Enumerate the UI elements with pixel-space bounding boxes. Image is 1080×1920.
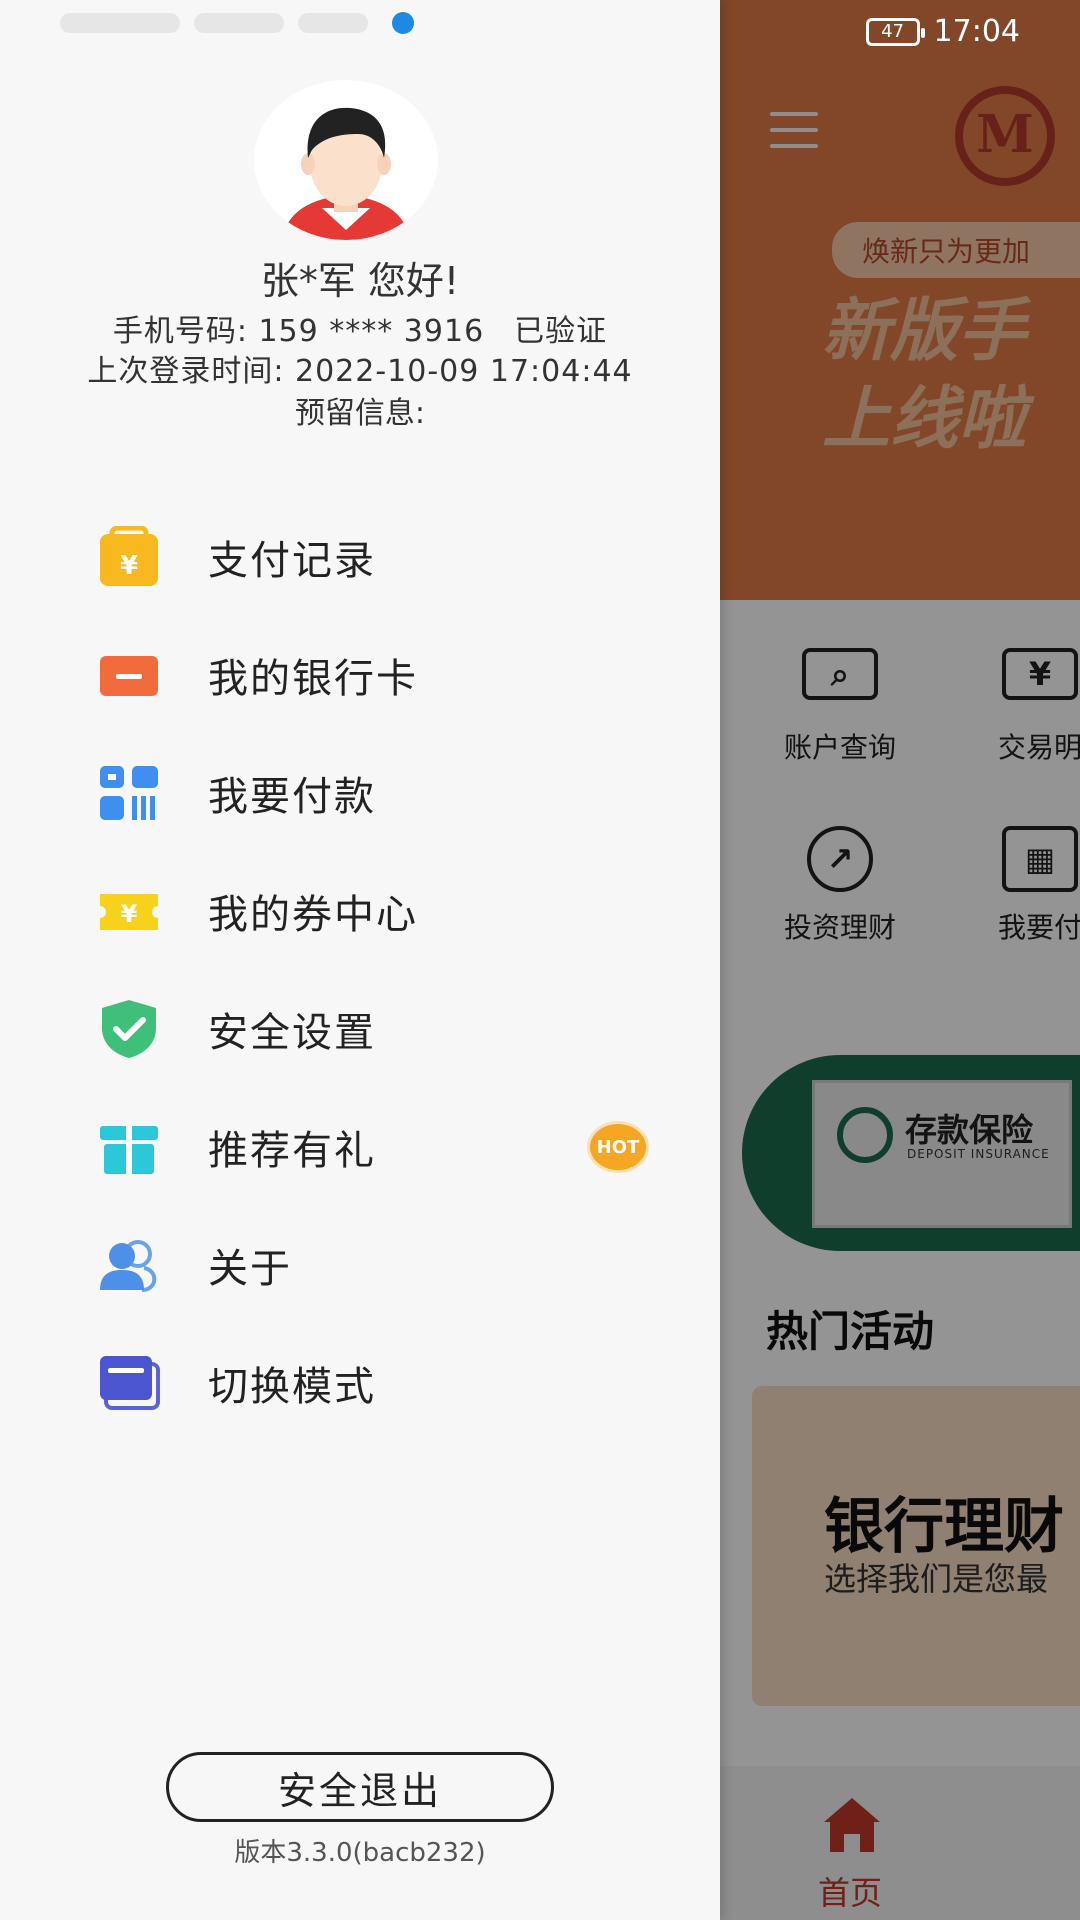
user-phone: 手机号码: 159 **** 3916 已验证 (0, 306, 720, 350)
pay-code-icon (100, 766, 158, 820)
menu-item-label: 关于 (208, 1246, 292, 1292)
app-version: 版本3.3.0(bacb232) (234, 1838, 486, 1868)
menu-item-label: 安全设置 (208, 1010, 376, 1056)
user-greeting: 张*军 您好! (260, 259, 460, 303)
status-time: 17:04 (933, 14, 1020, 49)
menu-item-about[interactable]: 关于 (0, 1206, 720, 1324)
shield-check-icon (102, 1000, 156, 1058)
status-bar-right: 47 17:04 (865, 14, 1020, 49)
phone-number: 手机号码: 159 **** 3916 (112, 314, 485, 349)
phone-verified-status: 已验证 (514, 314, 608, 349)
svg-text:¥: ¥ (120, 551, 138, 581)
menu-item-label: 推荐有礼 (208, 1128, 376, 1174)
users-icon (100, 1240, 157, 1292)
menu-item-switch-mode[interactable]: 切换模式 (0, 1324, 720, 1442)
battery-icon: 47 (865, 17, 925, 46)
last-login-time: 上次登录时间: 2022-10-09 17:04:44 (87, 354, 633, 389)
side-drawer: 张*军 您好! 手机号码: 159 **** 3916 已验证 上次登录时间: 2… (0, 0, 720, 1920)
menu-item-payment-record[interactable]: ¥ 支付记录 (0, 498, 720, 616)
hot-badge: HOT (590, 1124, 646, 1170)
switch-mode-icon (100, 1356, 160, 1410)
logout-button[interactable]: 安全退出 (166, 1752, 554, 1822)
menu-item-label: 我的券中心 (208, 892, 418, 938)
status-bar-left (60, 12, 414, 34)
menu-item-security[interactable]: 安全设置 (0, 970, 720, 1088)
gift-icon (100, 1126, 158, 1174)
status-blur (194, 13, 284, 33)
status-indicator-icon (392, 12, 414, 34)
menu-item-label: 我要付款 (208, 774, 376, 820)
bank-card-icon (100, 656, 158, 696)
drawer-menu: ¥ 支付记录 我的银行卡 我要付款 ¥ 我的券中心 安全设置 推荐有礼 HOT … (0, 498, 720, 1442)
svg-text:¥: ¥ (121, 900, 138, 928)
menu-item-pay[interactable]: 我要付款 (0, 734, 720, 852)
reserved-info: 预留信息: (294, 396, 426, 431)
menu-item-bank-card[interactable]: 我的银行卡 (0, 616, 720, 734)
status-blur (298, 13, 368, 33)
coupon-icon: ¥ (100, 894, 158, 930)
menu-item-coupon[interactable]: ¥ 我的券中心 (0, 852, 720, 970)
status-blur (60, 13, 180, 33)
menu-item-label: 我的银行卡 (208, 656, 418, 702)
avatar[interactable] (254, 80, 438, 240)
menu-item-referral[interactable]: 推荐有礼 HOT (0, 1088, 720, 1206)
menu-item-label: 支付记录 (208, 538, 376, 584)
payment-record-icon: ¥ (100, 526, 158, 586)
menu-item-label: 切换模式 (208, 1364, 376, 1410)
